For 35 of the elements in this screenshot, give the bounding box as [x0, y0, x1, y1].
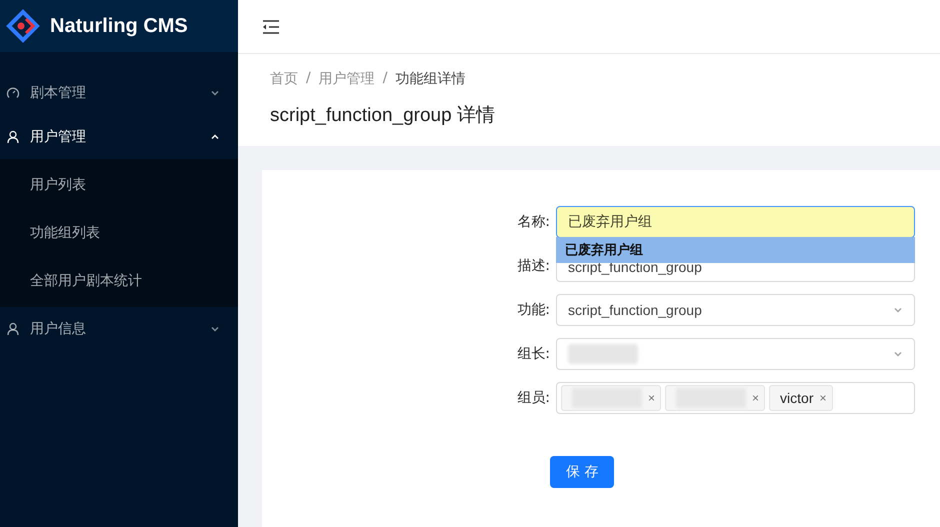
chevron-down-icon [893, 349, 903, 359]
save-button[interactable]: 保 存 [550, 456, 614, 488]
remove-tag-button[interactable]: × [752, 391, 760, 405]
field-label: 描述: [516, 257, 551, 275]
field-label: 功能: [516, 301, 551, 319]
field-label: 组长: [516, 345, 551, 363]
user-icon [6, 322, 20, 336]
remove-tag-button[interactable]: × [819, 391, 826, 405]
chevron-down-icon [210, 88, 220, 98]
page-title: script_function_group 详情 [270, 104, 496, 128]
tags-field[interactable]: × × victor × [556, 382, 915, 414]
menu-item[interactable]: 用户管理 [0, 115, 238, 159]
autocomplete-menu[interactable]: 已废弃用户组 [556, 237, 915, 263]
input-field[interactable]: 已废弃用户组 [556, 206, 915, 238]
member-tag: victor × [769, 385, 832, 411]
breadcrumb-separator: / [306, 70, 311, 88]
field-label: 名称: [516, 213, 551, 231]
submenu-item[interactable]: 功能组列表 [0, 209, 238, 257]
app-title: Naturling CMS [50, 14, 188, 38]
menu-item[interactable]: 用户信息 [0, 307, 238, 351]
logo-icon [6, 9, 40, 43]
gauge-icon [6, 86, 20, 100]
submenu-item[interactable]: 全部用户剧本统计 [0, 257, 238, 305]
menu-fold-icon[interactable] [262, 18, 280, 34]
submenu-item[interactable]: 用户列表 [0, 161, 238, 209]
chevron-down-icon [210, 324, 220, 334]
select-field[interactable]: script_function_group [556, 294, 915, 326]
breadcrumb-item: 功能组详情 [395, 70, 466, 88]
user-icon [6, 130, 20, 144]
breadcrumb-separator: / [382, 70, 388, 88]
menu-item[interactable]: 剧本管理 [0, 71, 238, 115]
select-field[interactable] [556, 338, 915, 370]
field-label: 组员: [516, 389, 551, 407]
remove-tag-button[interactable]: × [648, 391, 656, 405]
chevron-down-icon [893, 305, 903, 315]
